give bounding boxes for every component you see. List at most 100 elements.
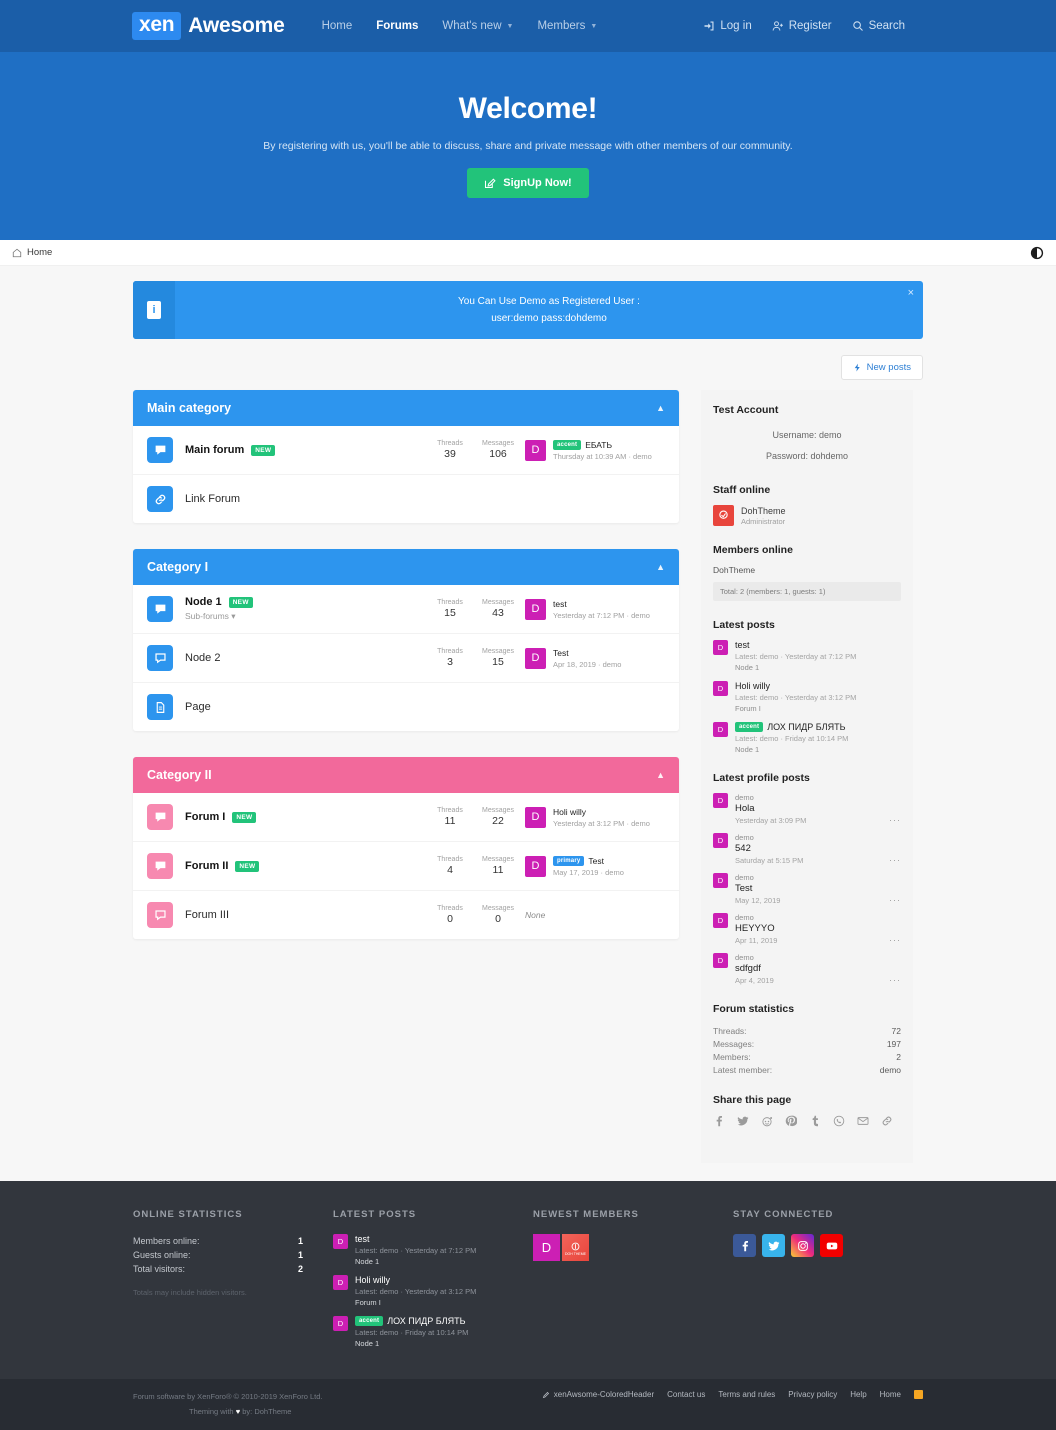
email-icon[interactable]	[857, 1115, 869, 1127]
avatar[interactable]: D	[713, 793, 728, 809]
stat-value[interactable]: demo	[880, 1065, 901, 1075]
category-header-category-ii[interactable]: Category II ▲	[133, 757, 679, 793]
forum-row[interactable]: Link Forum	[133, 475, 679, 523]
list-item[interactable]: D accent ЛОХ ПИДР БЛЯТЬ Latest: demo · F…	[333, 1316, 515, 1348]
list-item[interactable]: D test Latest: demo · Yesterday at 7:12 …	[333, 1234, 515, 1266]
nav-item-members[interactable]: Members ▼	[537, 20, 597, 32]
search-link[interactable]: Search	[852, 20, 905, 32]
staff-name[interactable]: DohTheme	[741, 506, 786, 516]
last-post-title[interactable]: accent ЕБАТЬ	[553, 439, 652, 450]
list-item[interactable]: D demo sdfgdf Apr 4, 2019 ···	[713, 953, 901, 985]
avatar[interactable]: D	[525, 439, 546, 461]
forum-row[interactable]: Forum III Threads 0 Messages 0 None	[133, 891, 679, 939]
footer-post-title[interactable]: test	[355, 1234, 476, 1244]
post-title[interactable]: Holi willy	[735, 681, 856, 691]
avatar[interactable]: D	[525, 647, 546, 669]
footer-link-terms-and-rules[interactable]: Terms and rules	[718, 1390, 775, 1399]
footer-link-privacy-policy[interactable]: Privacy policy	[788, 1390, 837, 1399]
register-link[interactable]: Register	[772, 20, 832, 32]
avatar[interactable]: D	[525, 598, 546, 620]
chevron-up-icon[interactable]: ▲	[656, 403, 665, 413]
last-post-title[interactable]: primary Test	[553, 855, 624, 866]
avatar[interactable]	[713, 505, 734, 527]
facebook-icon[interactable]	[733, 1234, 756, 1258]
post-node[interactable]: Node 1	[735, 745, 848, 754]
footer-post-node[interactable]: Node 1	[355, 1257, 476, 1266]
forum-row[interactable]: Node 2 Threads 3 Messages 15 D Test Apr …	[133, 634, 679, 683]
pinterest-icon[interactable]	[785, 1115, 797, 1127]
forum-row[interactable]: Main forum NEW Threads 39 Messages 106 D…	[133, 426, 679, 475]
post-node[interactable]: Forum I	[735, 704, 856, 713]
last-post-title[interactable]: Test	[553, 648, 621, 658]
last-post-title[interactable]: test	[553, 599, 650, 609]
more-options-icon[interactable]: ···	[889, 975, 901, 985]
list-item[interactable]: D demo HEYYYO Apr 11, 2019 ···	[713, 913, 901, 945]
forum-row[interactable]: Forum II NEW Threads 4 Messages 11 D pri…	[133, 842, 679, 891]
footer-link-home[interactable]: Home	[880, 1390, 901, 1399]
facebook-icon[interactable]	[713, 1115, 725, 1127]
staff-member-row[interactable]: DohTheme Administrator	[713, 505, 901, 527]
twitter-icon[interactable]	[737, 1115, 749, 1127]
link-icon[interactable]	[881, 1115, 893, 1127]
dark-mode-toggle[interactable]	[1030, 246, 1044, 260]
more-options-icon[interactable]: ···	[889, 895, 901, 905]
profile-post-user[interactable]: demo	[735, 913, 777, 922]
avatar[interactable]: D	[333, 1316, 348, 1332]
forum-title[interactable]: Main forum NEW	[185, 444, 429, 456]
list-item[interactable]: D accent ЛОХ ПИДР БЛЯТЬ Latest: demo · F…	[713, 722, 901, 754]
forum-title[interactable]: Link Forum	[185, 493, 665, 505]
forum-row[interactable]: Page	[133, 683, 679, 731]
forum-title[interactable]: Node 2	[185, 652, 429, 664]
sub-forums-toggle[interactable]: Sub-forums ▾	[185, 611, 429, 622]
tumblr-icon[interactable]	[809, 1115, 821, 1127]
avatar-dohtheme[interactable]: DOH THEME	[562, 1234, 589, 1262]
site-logo[interactable]: xen Awesome	[132, 12, 285, 40]
forum-row[interactable]: Node 1 NEW Sub-forums ▾ Threads 15 Messa…	[133, 585, 679, 634]
nav-item-whats-new[interactable]: What's new ▼	[442, 20, 513, 32]
list-item[interactable]: D Holi willy Latest: demo · Yesterday at…	[333, 1275, 515, 1307]
list-item[interactable]: D test Latest: demo · Yesterday at 7:12 …	[713, 640, 901, 672]
avatar[interactable]: D	[713, 913, 728, 929]
nav-item-home[interactable]: Home	[322, 20, 353, 32]
list-item[interactable]: D demo Test May 12, 2019 ···	[713, 873, 901, 905]
profile-post-user[interactable]: demo	[735, 953, 774, 962]
avatar[interactable]: D	[333, 1234, 348, 1250]
nav-item-forums[interactable]: Forums	[376, 20, 418, 32]
forum-title[interactable]: Forum II NEW	[185, 860, 429, 872]
footer-post-node[interactable]: Node 1	[355, 1339, 468, 1348]
avatar[interactable]: D	[713, 640, 728, 656]
rss-icon[interactable]	[914, 1390, 923, 1400]
profile-post-user[interactable]: demo	[735, 833, 803, 842]
category-header-main-category[interactable]: Main category ▲	[133, 390, 679, 426]
post-title[interactable]: test	[735, 640, 856, 650]
login-link[interactable]: Log in	[703, 20, 752, 32]
avatar[interactable]: D	[525, 855, 546, 877]
avatar[interactable]: D	[713, 833, 728, 849]
footer-link-contact-us[interactable]: Contact us	[667, 1390, 705, 1399]
forum-title[interactable]: Forum I NEW	[185, 811, 429, 823]
profile-post-user[interactable]: demo	[735, 873, 780, 882]
avatar[interactable]: D	[713, 681, 728, 697]
forum-row[interactable]: Forum I NEW Threads 11 Messages 22 D Hol…	[133, 793, 679, 842]
new-posts-button[interactable]: New posts	[840, 355, 923, 380]
members-online-names[interactable]: DohTheme	[713, 565, 901, 575]
avatar[interactable]: D	[713, 873, 728, 889]
reddit-icon[interactable]	[761, 1115, 773, 1127]
instagram-icon[interactable]	[791, 1234, 814, 1258]
footer-post-node[interactable]: Forum I	[355, 1298, 476, 1307]
category-header-category-i[interactable]: Category I ▲	[133, 549, 679, 585]
last-post-title[interactable]: Holi willy	[553, 807, 650, 817]
profile-post-user[interactable]: demo	[735, 793, 806, 802]
footer-post-title[interactable]: accent ЛОХ ПИДР БЛЯТЬ	[355, 1316, 468, 1327]
list-item[interactable]: D Holi willy Latest: demo · Yesterday at…	[713, 681, 901, 713]
footer-link-help[interactable]: Help	[850, 1390, 866, 1399]
forum-title[interactable]: Page	[185, 701, 665, 713]
avatar[interactable]: D	[713, 722, 728, 738]
whatsapp-icon[interactable]	[833, 1115, 845, 1127]
avatar[interactable]: D	[333, 1275, 348, 1291]
avatar[interactable]: D	[533, 1234, 560, 1262]
forum-title[interactable]: Node 1 NEW	[185, 596, 429, 608]
chevron-up-icon[interactable]: ▲	[656, 770, 665, 780]
more-options-icon[interactable]: ···	[889, 935, 901, 945]
forum-title[interactable]: Forum III	[185, 909, 429, 921]
